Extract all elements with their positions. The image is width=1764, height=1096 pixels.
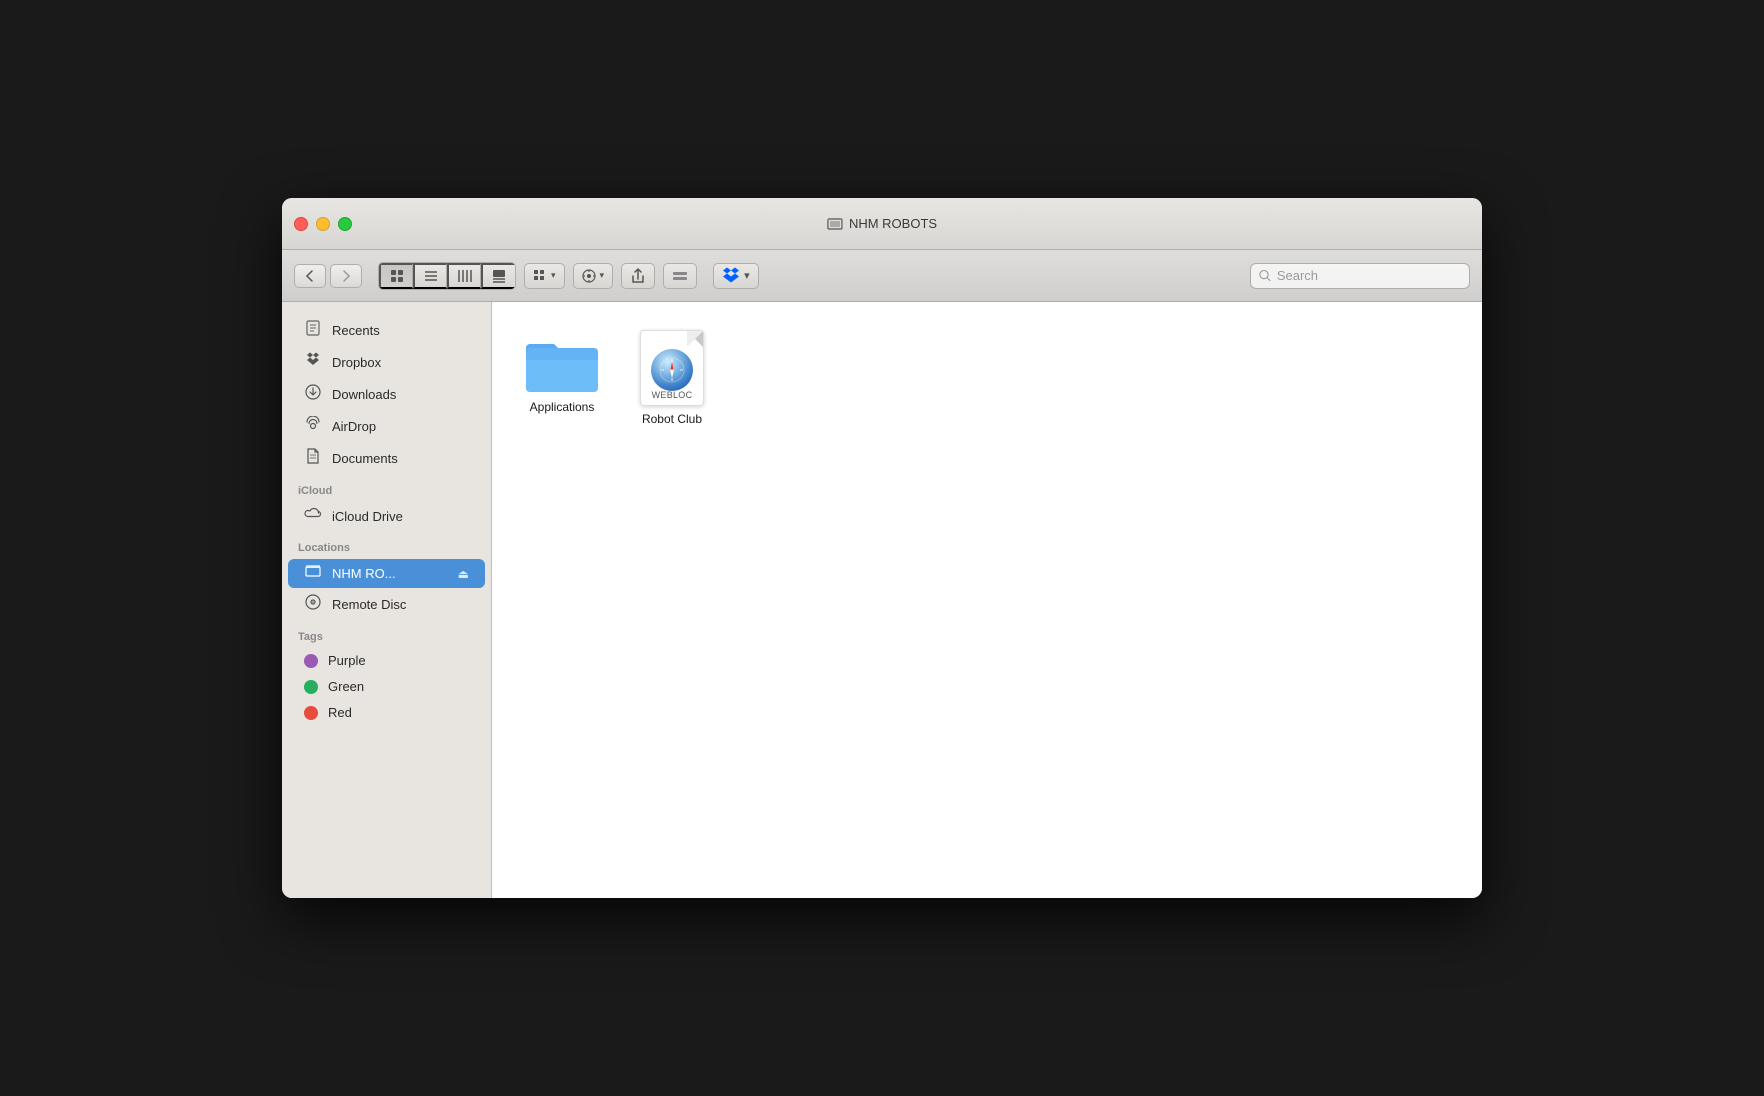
disc-icon: [304, 594, 322, 615]
robot-club-webloc-icon: WEBLOC: [640, 330, 704, 406]
forward-button[interactable]: [330, 264, 362, 288]
icloud-drive-label: iCloud Drive: [332, 509, 403, 524]
eject-icon[interactable]: ⏏: [458, 567, 469, 581]
maximize-button[interactable]: [338, 217, 352, 231]
dropbox-sidebar-icon: [304, 352, 322, 373]
green-tag-label: Green: [328, 679, 364, 694]
sidebar-item-airdrop[interactable]: AirDrop: [288, 411, 485, 442]
nhm-robots-label: NHM RO...: [332, 566, 396, 581]
search-bar[interactable]: [1250, 263, 1470, 289]
group-chevron-icon: ▾: [551, 270, 556, 281]
tags-section-label: Tags: [282, 621, 491, 647]
window-title: NHM ROBOTS: [827, 216, 937, 231]
remote-disc-label: Remote Disc: [332, 597, 406, 612]
airdrop-icon: [304, 416, 322, 437]
close-button[interactable]: [294, 217, 308, 231]
toolbar: ▾ ▾: [282, 250, 1482, 302]
icloud-icon: [304, 507, 322, 526]
documents-icon: [304, 448, 322, 469]
sidebar-item-recents[interactable]: Recents: [288, 315, 485, 346]
applications-folder-icon: [522, 330, 602, 394]
recents-label: Recents: [332, 323, 380, 338]
red-tag-dot: [304, 706, 318, 720]
finder-window: NHM ROBOTS: [282, 198, 1482, 898]
sidebar-item-remote-disc[interactable]: Remote Disc: [288, 589, 485, 620]
documents-label: Documents: [332, 451, 398, 466]
locations-section-label: Locations: [282, 532, 491, 558]
downloads-icon: [304, 384, 322, 405]
icon-view-button[interactable]: [379, 263, 413, 289]
dropbox-button[interactable]: ▾: [713, 263, 759, 289]
downloads-label: Downloads: [332, 387, 396, 402]
cover-flow-button[interactable]: [481, 263, 515, 289]
drive-sidebar-icon: [304, 564, 322, 583]
airdrop-label: AirDrop: [332, 419, 376, 434]
red-tag-label: Red: [328, 705, 352, 720]
titlebar: NHM ROBOTS: [282, 198, 1482, 250]
share-button[interactable]: [621, 263, 655, 289]
icloud-section-label: iCloud: [282, 475, 491, 501]
back-button[interactable]: [294, 264, 326, 288]
robot-club-label: Robot Club: [642, 412, 702, 428]
sidebar-item-documents[interactable]: Documents: [288, 443, 485, 474]
sidebar-item-downloads[interactable]: Downloads: [288, 379, 485, 410]
label-button[interactable]: [663, 263, 697, 289]
group-by-button[interactable]: ▾: [524, 263, 565, 289]
drive-icon: [827, 217, 843, 231]
nav-buttons: [294, 264, 362, 288]
green-tag-dot: [304, 680, 318, 694]
sidebar-item-dropbox[interactable]: Dropbox: [288, 347, 485, 378]
dropbox-chevron-icon: ▾: [744, 269, 750, 282]
purple-tag-label: Purple: [328, 653, 366, 668]
traffic-lights: [294, 217, 352, 231]
dropbox-icon: [722, 267, 740, 285]
sidebar: Recents Dropbox Downloads: [282, 302, 492, 898]
minimize-button[interactable]: [316, 217, 330, 231]
sidebar-item-nhm-robots[interactable]: NHM RO... ⏏: [288, 559, 485, 588]
actions-chevron-icon: ▾: [600, 270, 605, 281]
search-input[interactable]: [1277, 268, 1461, 283]
file-item-robot-club[interactable]: WEBLOC Robot Club: [622, 322, 722, 434]
purple-tag-dot: [304, 654, 318, 668]
column-view-button[interactable]: [447, 263, 481, 289]
dropbox-sidebar-label: Dropbox: [332, 355, 381, 370]
sidebar-item-red-tag[interactable]: Red: [288, 700, 485, 725]
list-view-button[interactable]: [413, 263, 447, 289]
applications-label: Applications: [530, 400, 595, 416]
file-content-area: Applications: [492, 302, 1482, 898]
actions-button[interactable]: ▾: [573, 263, 614, 289]
sidebar-item-icloud-drive[interactable]: iCloud Drive: [288, 502, 485, 531]
sidebar-item-green-tag[interactable]: Green: [288, 674, 485, 699]
sidebar-item-purple-tag[interactable]: Purple: [288, 648, 485, 673]
main-area: Recents Dropbox Downloads: [282, 302, 1482, 898]
recents-icon: [304, 320, 322, 341]
search-icon: [1259, 269, 1271, 282]
file-item-applications[interactable]: Applications: [512, 322, 612, 434]
view-mode-buttons: [378, 262, 516, 290]
